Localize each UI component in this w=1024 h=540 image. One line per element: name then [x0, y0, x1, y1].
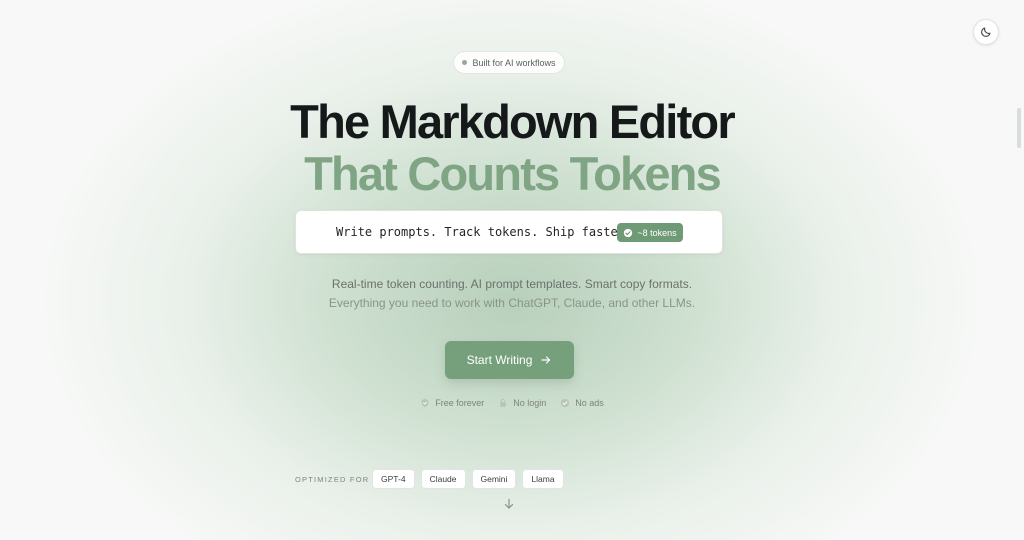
- badge-label: Built for AI workflows: [472, 57, 556, 68]
- model-chip-claude: Claude: [420, 469, 466, 489]
- model-chip-llama: Llama: [522, 469, 564, 489]
- feature-label: No ads: [575, 398, 604, 408]
- model-chip-gemini: Gemini: [471, 469, 517, 489]
- hero-badge: Built for AI workflows: [453, 51, 565, 74]
- token-count-label: ~8 tokens: [637, 227, 677, 238]
- start-writing-button[interactable]: Start Writing: [445, 341, 574, 379]
- prompt-demo-text: Write prompts. Track tokens. Ship faster…: [336, 225, 638, 239]
- start-writing-label: Start Writing: [466, 353, 533, 367]
- optimized-for-label: OPTIMIZED FOR: [295, 475, 370, 484]
- hero-title-line-2: That Counts Tokens: [304, 147, 722, 200]
- prompt-demo-box: Write prompts. Track tokens. Ship faster…: [295, 210, 723, 254]
- feature-item-no-ads: No ads: [560, 398, 604, 408]
- hero-title-line-1: The Markdown Editor: [290, 95, 735, 148]
- feature-label: No login: [513, 398, 547, 408]
- model-chip-list: GPT-4 Claude Gemini Llama: [372, 469, 564, 489]
- shield-icon: [421, 398, 429, 408]
- feature-item-no-login: No login: [498, 398, 546, 408]
- feature-label: Free forever: [435, 398, 485, 408]
- theme-toggle-button[interactable]: [973, 19, 999, 45]
- landing-page: Built for AI workflows The Markdown Edit…: [0, 0, 1024, 540]
- check-icon: [561, 398, 570, 408]
- badge-dot-icon: [462, 60, 468, 65]
- hero-subtitle-line-1: Real-time token counting. AI prompt temp…: [331, 277, 693, 291]
- feature-item-free: Free forever: [420, 398, 484, 408]
- check-circle-icon: [624, 228, 633, 237]
- scroll-down-icon[interactable]: [502, 497, 516, 511]
- hero-subtitle-line-2: Everything you need to work with ChatGPT…: [328, 296, 696, 310]
- token-count-badge: ~8 tokens: [617, 223, 683, 242]
- arrow-right-icon: [541, 356, 551, 364]
- moon-icon: [981, 27, 991, 37]
- lock-icon: [500, 398, 507, 407]
- feature-list: Free forever No login No ads: [0, 398, 1024, 408]
- model-chip-gpt4: GPT-4: [372, 469, 415, 489]
